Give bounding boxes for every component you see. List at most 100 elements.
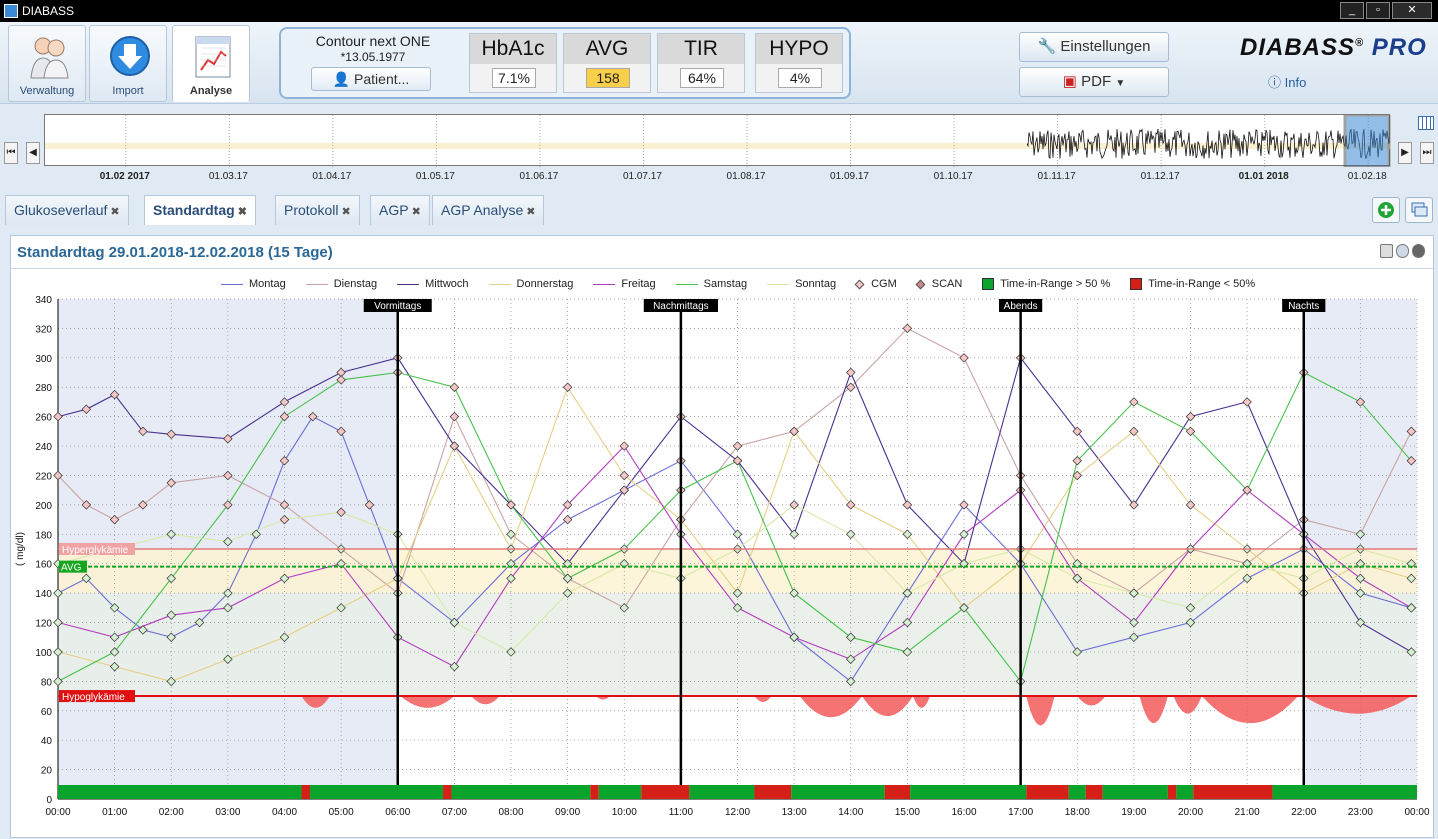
y-tick-label: 280 (35, 383, 52, 394)
close-tab-icon[interactable]: ✖ (412, 206, 421, 218)
x-tick-label: 05:00 (329, 807, 354, 818)
close-tab-icon[interactable]: ✖ (526, 206, 535, 218)
tir-segment-in (1102, 785, 1168, 799)
hypo-area (1201, 696, 1299, 724)
maximize-button[interactable]: ▫ (1366, 2, 1390, 19)
close-window-button[interactable]: ✕ (1392, 2, 1432, 19)
y-tick-label: 320 (35, 324, 52, 335)
cgm-point (1242, 397, 1252, 407)
x-tick-label: 11:00 (669, 807, 694, 818)
timeline-next-button[interactable]: ▶ (1398, 142, 1412, 164)
tir-segment-in (1272, 785, 1417, 799)
pdf-button[interactable]: ▣ PDF ▼ (1019, 67, 1169, 97)
timeline-first-button[interactable]: ⏮ (4, 142, 18, 164)
timeline-date-label: 01.11.17 (1037, 171, 1076, 182)
period-label: Nachmittags (653, 301, 709, 312)
legend-label: CGM (871, 278, 897, 290)
legend-item: CGM (854, 276, 897, 292)
tir-segment-out (1167, 785, 1177, 799)
y-tick-label: 0 (46, 795, 52, 806)
hypo-area (1139, 696, 1168, 724)
timeline-overview: ⏮ ◀ ▶ ⏭ 01.02 2017 01.03.17 01.04.17 01.05.… (0, 104, 1438, 188)
kpi-hba1c: HbA1c 7.1% (469, 33, 557, 93)
legend-label: Samstag (703, 278, 748, 290)
nav-verwaltung-label: Verwaltung (19, 85, 75, 97)
window-layout-button[interactable] (1405, 197, 1433, 223)
timeline-glucose-trace (45, 113, 1391, 169)
timeline-date-label: 01.07.17 (622, 171, 662, 182)
x-tick-label: 01:00 (102, 807, 127, 818)
info-icon: ⓘ (1268, 75, 1282, 90)
tab-label: Standardtag (153, 202, 235, 218)
globe-icon[interactable] (1396, 244, 1409, 258)
legend-item: Freitag (593, 276, 656, 292)
kpi-hba1c-label: HbA1c (470, 34, 556, 64)
tir-segment-in (1068, 785, 1086, 799)
nav-analyse-button[interactable]: Analyse (172, 25, 250, 102)
legend-swatch (915, 279, 926, 289)
legend-swatch (767, 283, 790, 285)
hyper-threshold-label: Hyperglykämie (62, 545, 129, 556)
nav-verwaltung-button[interactable]: Verwaltung (8, 25, 86, 102)
y-tick-label: 220 (35, 471, 52, 482)
tir-segment-out (301, 785, 310, 799)
legend-label: Donnerstag (516, 278, 574, 290)
tab-agp[interactable]: AGP ✖ (370, 195, 430, 225)
patient-button[interactable]: 👤 Patient... (311, 67, 431, 91)
x-tick-label: 09:00 (555, 807, 580, 818)
x-tick-label: 12:00 (725, 807, 750, 818)
cgm-point (846, 500, 856, 510)
timeline-last-button[interactable]: ⏭ (1420, 142, 1434, 164)
pdf-icon: ▣ (1062, 73, 1077, 90)
x-tick-label: 04:00 (272, 807, 297, 818)
tir-segment-in (910, 785, 1027, 799)
settings-button[interactable]: 🔧 Einstellungen (1019, 32, 1169, 62)
report-chart-icon (195, 36, 231, 78)
timeline-date-label: 01.03.17 (208, 171, 248, 182)
brand-registered: ® (1355, 37, 1365, 49)
timeline-strip[interactable] (44, 113, 1391, 169)
calendar-icon[interactable] (1418, 116, 1434, 130)
gear-icon[interactable] (1412, 244, 1425, 258)
hypo-area (1173, 696, 1202, 714)
x-tick-label: 23:00 (1348, 807, 1373, 818)
window-title: DIABASS (22, 4, 75, 18)
timeline-selection-window (1343, 113, 1391, 169)
standard-day-chart: 0 20 40 60 80 100 120 140 160 180 200 220 240 260 280 3… (15, 295, 1430, 818)
timeline-date-label: 01.04.17 (312, 171, 352, 182)
tab-glukoseverlauf[interactable]: Glukoseverlauf ✖ (5, 195, 129, 225)
nav-import-button[interactable]: Import (89, 25, 167, 102)
tab-label: AGP Analyse (441, 202, 524, 218)
x-tick-label: 08:00 (498, 807, 523, 818)
info-link[interactable]: ⓘ Info (1268, 72, 1306, 91)
patient-birthdate: *13.05.1977 (340, 50, 406, 64)
y-tick-label: 60 (41, 707, 53, 718)
legend-label: Montag (249, 278, 286, 290)
tir-segment-out (1026, 785, 1069, 799)
minimize-button[interactable]: _ (1340, 2, 1364, 19)
window-titlebar: DIABASS _ ▫ ✕ (0, 0, 1438, 22)
tab-standardtag[interactable]: Standardtag ✖ (144, 195, 256, 225)
timeline-prev-button[interactable]: ◀ (26, 142, 40, 164)
legend-swatch (1130, 278, 1143, 290)
kpi-hba1c-value: 7.1% (492, 68, 536, 88)
x-tick-label: 15:00 (895, 807, 920, 818)
add-view-button[interactable] (1372, 197, 1400, 223)
windows-icon (1411, 202, 1428, 217)
legend-swatch (854, 279, 865, 289)
close-tab-icon[interactable]: ✖ (110, 206, 119, 218)
timeline-date-label: 01.01 2018 (1238, 171, 1289, 182)
legend-label: Freitag (621, 278, 656, 290)
legend-item: Montag (221, 276, 286, 292)
close-tab-icon[interactable]: ✖ (341, 206, 350, 218)
close-tab-icon[interactable]: ✖ (238, 206, 247, 218)
legend-label: Mittwoch (425, 278, 469, 290)
tab-protokoll[interactable]: Protokoll ✖ (275, 195, 360, 225)
tab-agp-analyse[interactable]: AGP Analyse ✖ (432, 195, 545, 225)
tir-segment-in (791, 785, 885, 799)
hypo-area (471, 696, 500, 705)
pdf-label: PDF (1081, 73, 1112, 90)
x-tick-label: 13:00 (782, 807, 807, 818)
legend-item: Sonntag (767, 276, 836, 292)
copy-icon[interactable] (1380, 244, 1393, 258)
